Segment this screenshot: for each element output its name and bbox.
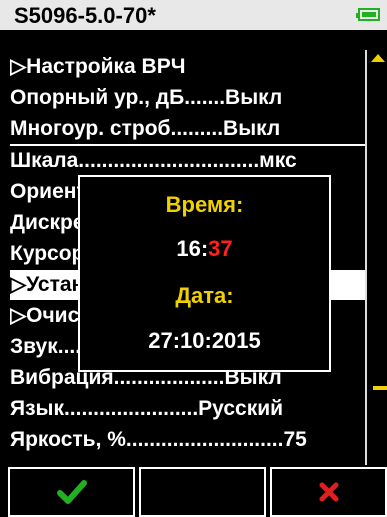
empty-softkey[interactable]: [139, 467, 266, 517]
menu-item-brightness[interactable]: Яркость, %...........................75: [10, 425, 365, 455]
scroll-up-arrow-icon[interactable]: [371, 54, 385, 62]
scrollbar[interactable]: [365, 50, 387, 465]
menu-item-multilevel-gate[interactable]: Многоур. строб.........Выкл: [10, 114, 365, 146]
check-icon: [56, 480, 87, 504]
time-value[interactable]: 16:37: [80, 236, 329, 262]
date-label: Дата:: [175, 283, 234, 308]
close-icon: [319, 482, 338, 502]
time-hours[interactable]: 16:: [176, 236, 208, 261]
cancel-button[interactable]: [270, 467, 387, 517]
confirm-button[interactable]: [8, 467, 135, 517]
date-time-dialog: Время: 16:37 Дата: 27:10:2015: [78, 175, 331, 372]
date-value[interactable]: 27:10:2015: [80, 328, 329, 354]
time-label: Время:: [165, 192, 244, 217]
scroll-thumb[interactable]: [373, 386, 387, 390]
menu-item-reference-level[interactable]: Опорный ур., дБ.......Выкл: [10, 83, 365, 113]
window-title: S5096-5.0-70*: [14, 3, 156, 28]
scroll-track[interactable]: [367, 66, 387, 465]
title-bar: S5096-5.0-70*: [0, 0, 387, 30]
time-minutes[interactable]: 37: [208, 236, 232, 261]
menu-item-scale[interactable]: Шкала...............................мкс: [10, 146, 365, 176]
menu-item-language[interactable]: Язык.......................Русский: [10, 394, 365, 424]
menu-item-vrch[interactable]: ▷Настройка ВРЧ: [10, 52, 365, 82]
battery-icon: [356, 8, 380, 21]
softkey-bar: [0, 465, 387, 517]
